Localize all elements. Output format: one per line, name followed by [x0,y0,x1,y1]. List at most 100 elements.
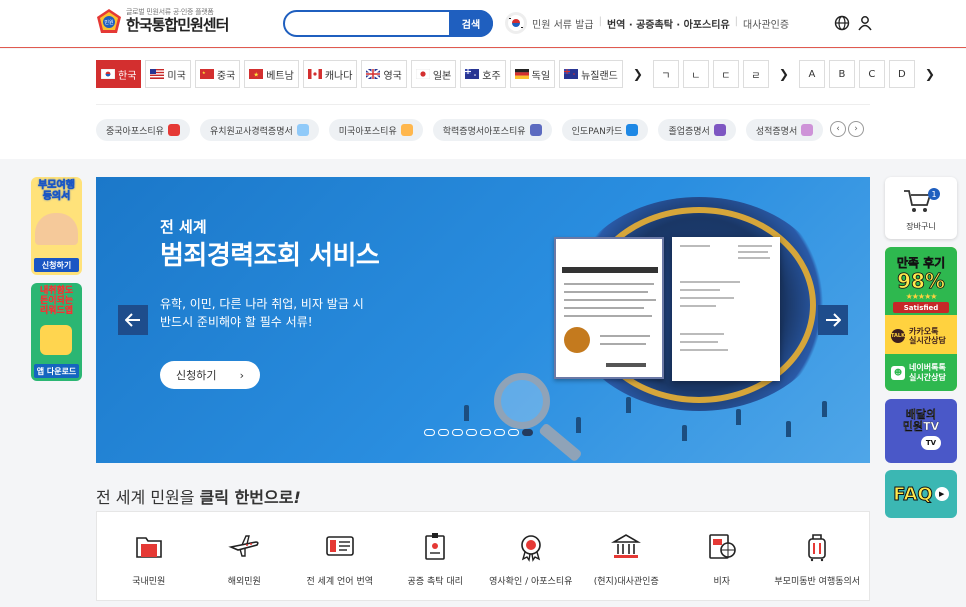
tag-prev-button[interactable]: ‹ [830,121,846,137]
country-nz[interactable]: 뉴질랜드 [559,60,623,88]
tag-next-button[interactable]: › [848,121,864,137]
flag-vn-icon: ★ [249,69,264,79]
tag-label: 중국아포스티유 [106,126,164,137]
faq-button[interactable]: FAQ ▶ [885,470,957,518]
header-link-embassy[interactable]: 대사관인증 [743,16,789,31]
country-au[interactable]: 호주 [460,60,506,88]
banner-dot[interactable] [424,429,435,436]
banner-dot[interactable] [438,429,449,436]
search-button[interactable]: 검색 [449,10,493,37]
banner-dot[interactable] [452,429,463,436]
kakao-chat-button[interactable]: TALK 카카오톡 실시간상담 [885,319,957,353]
service-item[interactable]: 비자 [678,512,766,600]
flag-us-icon [150,69,165,79]
logo-subtitle: 글로벌 민원서류 공·인증 플랫폼 [126,8,214,16]
korea-flag-icon[interactable] [505,12,527,34]
letter-filter-latin[interactable]: A [798,60,825,88]
service-item[interactable]: 전 세계 언어 번역 [296,512,384,600]
seal-icon [520,535,541,562]
banner-dot[interactable] [466,429,477,436]
banner-dot[interactable] [480,429,491,436]
country-us[interactable]: 미국 [145,60,191,88]
country-vn[interactable]: ★ 베트남 [244,60,299,88]
search-input[interactable] [295,16,455,32]
country-ca[interactable]: 캐나다 [302,60,358,88]
tag-label: 유치원교사경력증명서 [209,126,293,137]
naver-chat-label: 네이버톡톡 실시간상담 [909,363,946,382]
tag-chip[interactable]: 미국아포스티유 [328,119,423,141]
header-link-documents[interactable]: 민원 서류 발급 [532,16,594,31]
letter-filter-korean[interactable]: ㄴ [682,60,709,88]
banner-dot[interactable] [494,429,505,436]
service-item[interactable]: 부모미동반 여행동의서 [773,512,861,600]
letter-next-arrow-icon[interactable]: ❯ [773,60,795,88]
banner-next-button[interactable] [818,305,848,335]
letter-filter-latin[interactable]: B [828,60,855,88]
letter-filter-latin[interactable]: D [888,60,915,88]
tag-chip[interactable]: 학력증명서아포스티유 [432,119,552,141]
review-banner[interactable]: 만족 후기 98% ★★★★★ Satisfied [885,247,957,315]
country-kr[interactable]: 한국 [96,60,142,88]
banner-title: 범죄경력조회 서비스 [160,241,380,271]
globe-icon[interactable] [834,15,850,31]
kakao-chat-label: 카카오톡 실시간상담 [909,326,946,345]
letter-filter-korean[interactable]: ㄹ [742,60,769,88]
tag-chip[interactable]: 인도PAN카드 [561,119,649,141]
header-link-separator: | [598,16,602,27]
service-item[interactable]: 공증 촉탁 대리 [391,512,479,600]
section-title-normal: 전 세계 민원을 [96,488,200,507]
kakao-talk-icon: TALK [891,329,905,343]
flag-de-icon [514,69,529,79]
country-jp[interactable]: 일본 [410,60,457,88]
tag-chip[interactable]: 성적증명서 [745,119,824,141]
tag-chip[interactable]: 중국아포스티유 [96,119,190,141]
service-item[interactable]: 해외민원 [200,512,288,600]
letter-filter-korean[interactable]: ㄱ [652,60,679,88]
satisfied-badge: Satisfied [893,302,949,313]
letter-filter-latin[interactable]: C [858,60,885,88]
service-item[interactable]: (현지)대사관인증 [582,512,670,600]
country-cn[interactable]: ★ 중국 [194,60,241,88]
latin-next-arrow-icon[interactable]: ❯ [919,60,941,88]
user-icon[interactable] [857,15,873,31]
tag-icon [296,124,309,136]
ad-download-button[interactable]: 앱 다운로드 [34,364,79,378]
country-label: 영국 [383,70,402,82]
banner-dot[interactable] [522,429,533,436]
ad-apply-button[interactable]: 신청하기 [34,258,79,272]
section-title-exclaim: ! [293,488,301,507]
header: 민원 글로벌 민원서류 공·인증 플랫폼 한국통합민원센터 검색 민원 서류 발… [0,0,966,48]
naver-chat-button[interactable]: ☻ 네이버톡톡 실시간상담 [885,354,957,391]
logo[interactable]: 민원 글로벌 민원서류 공·인증 플랫폼 한국통합민원센터 [96,8,229,34]
logo-badge-text: 민원 [104,19,114,26]
parent-consent-ad[interactable]: 부모여행 동의서 신청하기 [31,177,82,275]
country-gb[interactable]: 영국 [361,60,407,88]
stars-icon: ★★★★★ [905,292,938,301]
review-panel: 만족 후기 98% ★★★★★ Satisfied TALK 카카오톡 실시간상… [885,247,957,391]
banner-apply-button[interactable]: 신청하기 › [160,361,260,389]
arrow-right-icon [826,313,841,327]
letter-filter-korean[interactable]: ㄷ [712,60,739,88]
banner-dot[interactable] [508,429,519,436]
tag-label: 졸업증명서 [668,126,710,137]
tag-chip[interactable]: 졸업증명서 [658,119,736,141]
chevron-right-icon: › [239,368,244,382]
cart-button[interactable]: 1 장바구니 [885,177,957,239]
person-figure [626,397,631,413]
tag-icon [167,124,180,136]
person-figure [822,401,827,417]
service-item[interactable]: 영사확인 / 아포스티유 [487,512,575,600]
country-next-arrow-icon[interactable]: ❯ [627,60,649,88]
tag-chip[interactable]: 유치원교사경력증명서 [199,119,319,141]
tv-icon: TV [921,436,941,450]
country-label: 미국 [167,70,186,82]
service-item[interactable]: 국내민원 [105,512,193,600]
country-de[interactable]: 독일 [509,60,556,88]
child-illustration-icon [35,213,78,245]
tag-navigation: ‹ › [830,121,864,137]
banner-prev-button[interactable] [118,305,148,335]
ad-title: 내취향도 돈이되는 리워드앱 [39,286,74,316]
minwon-tv-button[interactable]: 배달의 민원TV TV [885,399,957,463]
reward-app-ad[interactable]: 내취향도 돈이되는 리워드앱 앱 다운로드 [31,283,82,381]
header-link-translation[interactable]: 번역 · 공증촉탁 · 아포스티유 [607,16,730,31]
